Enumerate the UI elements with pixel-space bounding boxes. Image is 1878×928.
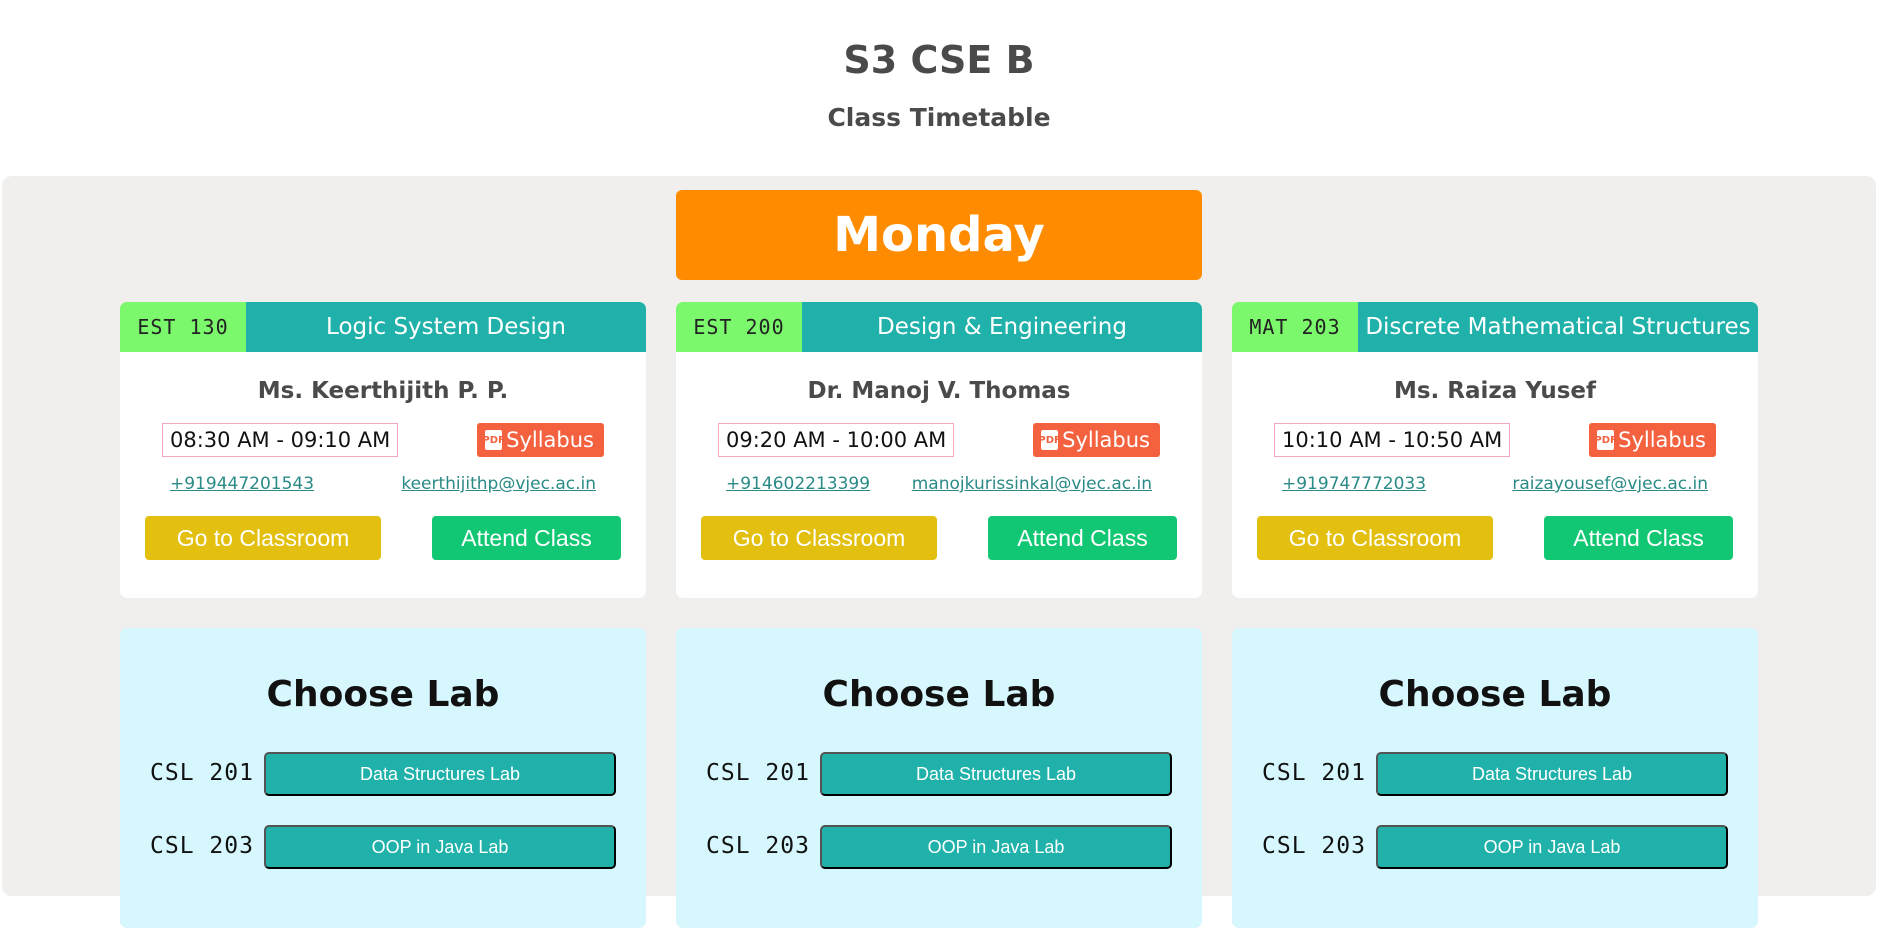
lab-button[interactable]: OOP in Java Lab: [820, 825, 1172, 869]
syllabus-label: Syllabus: [1618, 428, 1706, 452]
lab-row: CSL 203 OOP in Java Lab: [150, 825, 616, 869]
lab-button[interactable]: OOP in Java Lab: [264, 825, 616, 869]
page-header: S3 CSE B Class Timetable: [0, 0, 1878, 176]
lab-panel: Choose Lab CSL 201 Data Structures Lab C…: [676, 628, 1202, 928]
lab-panel-title: Choose Lab: [822, 674, 1056, 715]
lab-code: CSL 201: [1262, 760, 1366, 786]
lab-button[interactable]: Data Structures Lab: [1376, 752, 1728, 796]
lab-code: CSL 201: [150, 760, 254, 786]
lab-panel-title: Choose Lab: [1378, 674, 1612, 715]
day-banner: Monday: [676, 190, 1202, 280]
attend-class-button[interactable]: Attend Class: [988, 516, 1177, 560]
lab-button[interactable]: Data Structures Lab: [264, 752, 616, 796]
lab-panel-title: Choose Lab: [266, 674, 500, 715]
page-title: S3 CSE B: [843, 38, 1035, 82]
lab-code: CSL 203: [1262, 833, 1366, 859]
lab-button[interactable]: OOP in Java Lab: [1376, 825, 1728, 869]
teacher-phone-link[interactable]: +914602213399: [726, 474, 870, 494]
class-card-header: MAT 203 Discrete Mathematical Structures: [1232, 302, 1758, 352]
class-card: EST 200 Design & Engineering Dr. Manoj V…: [676, 302, 1202, 598]
teacher-phone-link[interactable]: +919447201543: [170, 474, 314, 494]
teacher-email-link[interactable]: raizayousef@vjec.ac.in: [1512, 474, 1708, 494]
course-code: MAT 203: [1232, 302, 1358, 352]
teacher-name: Ms. Raiza Yusef: [1393, 378, 1596, 404]
lab-panel: Choose Lab CSL 201 Data Structures Lab C…: [1232, 628, 1758, 928]
pdf-icon: PDF: [1038, 430, 1061, 450]
syllabus-button[interactable]: PDF Syllabus: [1589, 423, 1716, 457]
lab-button[interactable]: Data Structures Lab: [820, 752, 1172, 796]
lab-row: CSL 203 OOP in Java Lab: [706, 825, 1172, 869]
go-to-classroom-button[interactable]: Go to Classroom: [701, 516, 937, 560]
lab-row: CSL 201 Data Structures Lab: [1262, 752, 1728, 796]
teacher-email-link[interactable]: keerthijithp@vjec.ac.in: [401, 474, 596, 494]
course-subject: Design & Engineering: [802, 302, 1202, 352]
course-code: EST 130: [120, 302, 246, 352]
attend-class-button[interactable]: Attend Class: [1544, 516, 1733, 560]
pdf-icon: PDF: [482, 430, 505, 450]
course-code: EST 200: [676, 302, 802, 352]
lab-panel: Choose Lab CSL 201 Data Structures Lab C…: [120, 628, 646, 928]
go-to-classroom-button[interactable]: Go to Classroom: [145, 516, 381, 560]
lab-row: CSL 201 Data Structures Lab: [150, 752, 616, 796]
class-card-header: EST 130 Logic System Design: [120, 302, 646, 352]
lab-code: CSL 203: [150, 833, 254, 859]
class-card-header: EST 200 Design & Engineering: [676, 302, 1202, 352]
class-time: 10:10 AM - 10:50 AM: [1274, 423, 1511, 457]
attend-class-button[interactable]: Attend Class: [432, 516, 621, 560]
course-subject: Discrete Mathematical Structures: [1358, 302, 1758, 352]
syllabus-label: Syllabus: [506, 428, 594, 452]
timetable-board: Monday EST 130 Logic System Design Ms. K…: [2, 176, 1876, 928]
pdf-icon: PDF: [1594, 430, 1617, 450]
page-subtitle: Class Timetable: [827, 103, 1051, 132]
lab-code: CSL 203: [706, 833, 810, 859]
teacher-phone-link[interactable]: +919747772033: [1282, 474, 1426, 494]
class-card: EST 130 Logic System Design Ms. Keerthij…: [120, 302, 646, 598]
lab-code: CSL 201: [706, 760, 810, 786]
lab-row: CSL 203 OOP in Java Lab: [1262, 825, 1728, 869]
teacher-email-link[interactable]: manojkurissinkal@vjec.ac.in: [912, 474, 1152, 494]
class-time: 08:30 AM - 09:10 AM: [162, 423, 399, 457]
lab-row: CSL 201 Data Structures Lab: [706, 752, 1172, 796]
go-to-classroom-button[interactable]: Go to Classroom: [1257, 516, 1493, 560]
teacher-name: Ms. Keerthijith P. P.: [257, 378, 509, 404]
syllabus-label: Syllabus: [1062, 428, 1150, 452]
syllabus-button[interactable]: PDF Syllabus: [1033, 423, 1160, 457]
teacher-name: Dr. Manoj V. Thomas: [807, 378, 1071, 404]
class-time: 09:20 AM - 10:00 AM: [718, 423, 955, 457]
course-subject: Logic System Design: [246, 302, 646, 352]
class-card: MAT 203 Discrete Mathematical Structures…: [1232, 302, 1758, 598]
syllabus-button[interactable]: PDF Syllabus: [477, 423, 604, 457]
